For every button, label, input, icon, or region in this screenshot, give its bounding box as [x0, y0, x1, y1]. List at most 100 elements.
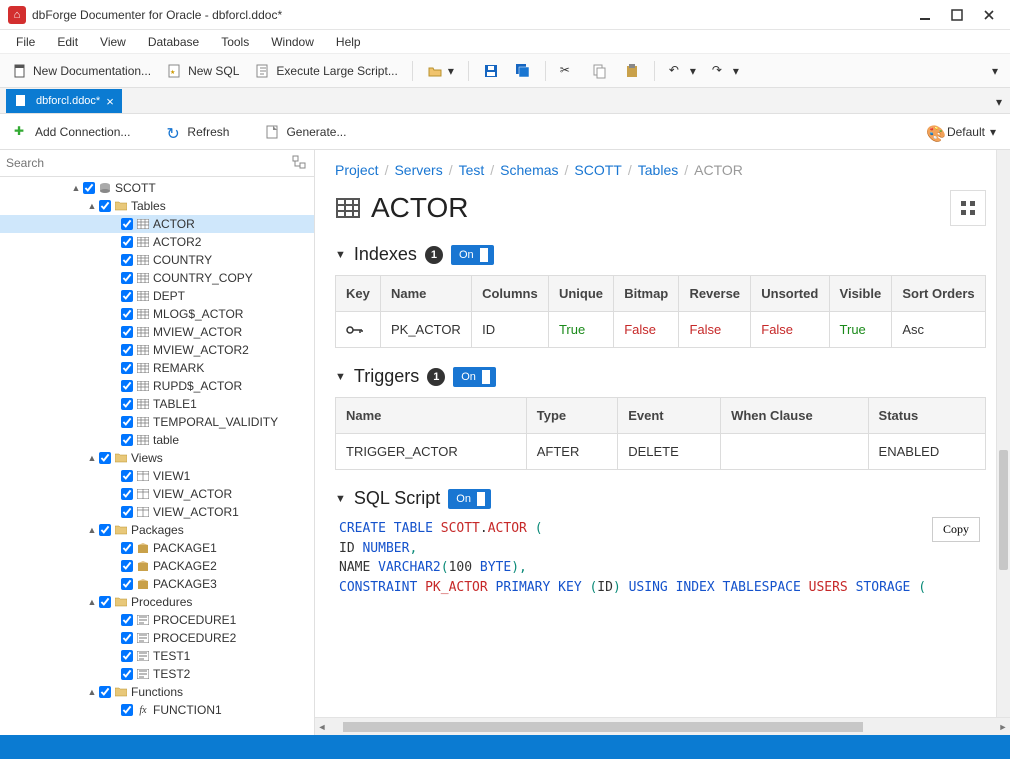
- execute-large-script-button[interactable]: Execute Large Script...: [249, 59, 403, 83]
- tree-node[interactable]: VIEW_ACTOR: [0, 485, 314, 503]
- scrollbar-thumb[interactable]: [343, 722, 863, 732]
- refresh-button[interactable]: ↻ Refresh: [160, 120, 235, 144]
- tree-node[interactable]: TEMPORAL_VALIDITY: [0, 413, 314, 431]
- tree-node[interactable]: PROCEDURE1: [0, 611, 314, 629]
- tree-checkbox[interactable]: [121, 578, 133, 590]
- tree-node[interactable]: ▲Procedures: [0, 593, 314, 611]
- save-button[interactable]: [477, 59, 505, 83]
- tree-node[interactable]: MLOG$_ACTOR: [0, 305, 314, 323]
- tree-checkbox[interactable]: [121, 308, 133, 320]
- on-toggle[interactable]: On: [451, 245, 494, 265]
- tree-checkbox[interactable]: [83, 182, 95, 194]
- tree-checkbox[interactable]: [99, 452, 111, 464]
- tree-node[interactable]: VIEW1: [0, 467, 314, 485]
- minimize-button[interactable]: [918, 8, 932, 22]
- tree-node[interactable]: ▲SCOTT: [0, 179, 314, 197]
- new-documentation-button[interactable]: New Documentation...: [6, 59, 157, 83]
- tree-node[interactable]: table: [0, 431, 314, 449]
- view-grid-button[interactable]: [950, 190, 986, 226]
- expand-icon[interactable]: ▲: [86, 453, 98, 463]
- new-sql-button[interactable]: ★ New SQL: [161, 59, 245, 83]
- tree-node[interactable]: PACKAGE1: [0, 539, 314, 557]
- tree-checkbox[interactable]: [121, 632, 133, 644]
- tree-checkbox[interactable]: [121, 488, 133, 500]
- paste-button[interactable]: [618, 59, 646, 83]
- tree-node[interactable]: DEPT: [0, 287, 314, 305]
- tree-node[interactable]: ACTOR: [0, 215, 314, 233]
- undo-button[interactable]: ↶▾: [663, 59, 702, 83]
- menu-file[interactable]: File: [6, 32, 45, 52]
- close-tab-icon[interactable]: ×: [106, 94, 114, 109]
- tree-node[interactable]: RUPD$_ACTOR: [0, 377, 314, 395]
- expand-icon[interactable]: ▲: [86, 687, 98, 697]
- tree-node[interactable]: fxFUNCTION1: [0, 701, 314, 719]
- tree-checkbox[interactable]: [121, 362, 133, 374]
- tree-checkbox[interactable]: [99, 200, 111, 212]
- tree-node[interactable]: MVIEW_ACTOR2: [0, 341, 314, 359]
- tree-checkbox[interactable]: [121, 542, 133, 554]
- tree-node[interactable]: TABLE1: [0, 395, 314, 413]
- tree-node[interactable]: ACTOR2: [0, 233, 314, 251]
- copy-sql-button[interactable]: Copy: [932, 517, 980, 542]
- tree-checkbox[interactable]: [121, 236, 133, 248]
- breadcrumb-link[interactable]: Schemas: [500, 162, 558, 178]
- table-row[interactable]: TRIGGER_ACTORAFTERDELETEENABLED: [336, 434, 986, 470]
- hierarchy-icon[interactable]: [292, 155, 308, 171]
- tree-checkbox[interactable]: [121, 254, 133, 266]
- tree-node[interactable]: PACKAGE3: [0, 575, 314, 593]
- breadcrumb-link[interactable]: Tables: [638, 162, 678, 178]
- style-picker[interactable]: 🎨 Default ▾: [920, 120, 1002, 144]
- on-toggle[interactable]: On: [448, 489, 491, 509]
- add-connection-button[interactable]: ✚ Add Connection...: [8, 120, 136, 144]
- redo-button[interactable]: ↷▾: [706, 59, 745, 83]
- tree-checkbox[interactable]: [121, 380, 133, 392]
- tree-node[interactable]: PACKAGE2: [0, 557, 314, 575]
- expand-icon[interactable]: ▲: [86, 525, 98, 535]
- tree-node[interactable]: ▲Views: [0, 449, 314, 467]
- tab-overflow-button[interactable]: ▾: [990, 91, 1010, 113]
- tree-checkbox[interactable]: [121, 344, 133, 356]
- tree-node[interactable]: VIEW_ACTOR1: [0, 503, 314, 521]
- document-tab[interactable]: dbforcl.ddoc* ×: [6, 89, 122, 113]
- tree-checkbox[interactable]: [121, 218, 133, 230]
- tree-checkbox[interactable]: [121, 434, 133, 446]
- tree-node[interactable]: ▲Functions: [0, 683, 314, 701]
- maximize-button[interactable]: [950, 8, 964, 22]
- menu-window[interactable]: Window: [261, 32, 324, 52]
- tree[interactable]: ▲SCOTT▲TablesACTORACTOR2COUNTRYCOUNTRY_C…: [0, 177, 314, 735]
- tree-checkbox[interactable]: [121, 506, 133, 518]
- tree-checkbox[interactable]: [99, 524, 111, 536]
- on-toggle[interactable]: On: [453, 367, 496, 387]
- scrollbar-thumb[interactable]: [999, 450, 1008, 570]
- tree-checkbox[interactable]: [99, 596, 111, 608]
- tree-node[interactable]: PROCEDURE2: [0, 629, 314, 647]
- collapse-icon[interactable]: ▼: [335, 249, 346, 261]
- scroll-right-icon[interactable]: ►: [996, 722, 1010, 732]
- breadcrumb-link[interactable]: SCOTT: [574, 162, 621, 178]
- tree-checkbox[interactable]: [121, 704, 133, 716]
- cut-button[interactable]: ✂: [554, 59, 582, 83]
- table-row[interactable]: PK_ACTORIDTrueFalseFalseFalseTrueAsc: [336, 312, 986, 348]
- collapse-icon[interactable]: ▼: [335, 493, 346, 505]
- menu-tools[interactable]: Tools: [211, 32, 259, 52]
- expand-icon[interactable]: ▲: [86, 597, 98, 607]
- tree-checkbox[interactable]: [121, 560, 133, 572]
- tree-node[interactable]: TEST1: [0, 647, 314, 665]
- menu-edit[interactable]: Edit: [47, 32, 88, 52]
- menu-database[interactable]: Database: [138, 32, 209, 52]
- tree-checkbox[interactable]: [121, 272, 133, 284]
- tree-checkbox[interactable]: [121, 416, 133, 428]
- menu-help[interactable]: Help: [326, 32, 371, 52]
- tree-node[interactable]: TEST2: [0, 665, 314, 683]
- tree-node[interactable]: ▲Tables: [0, 197, 314, 215]
- tree-checkbox[interactable]: [121, 398, 133, 410]
- tree-checkbox[interactable]: [121, 614, 133, 626]
- vertical-scrollbar[interactable]: [996, 150, 1010, 717]
- tree-node[interactable]: COUNTRY_COPY: [0, 269, 314, 287]
- tree-checkbox[interactable]: [99, 686, 111, 698]
- tree-checkbox[interactable]: [121, 650, 133, 662]
- collapse-icon[interactable]: ▼: [335, 371, 346, 383]
- breadcrumb-link[interactable]: Servers: [394, 162, 442, 178]
- breadcrumb-link[interactable]: Project: [335, 162, 379, 178]
- expand-icon[interactable]: ▲: [86, 201, 98, 211]
